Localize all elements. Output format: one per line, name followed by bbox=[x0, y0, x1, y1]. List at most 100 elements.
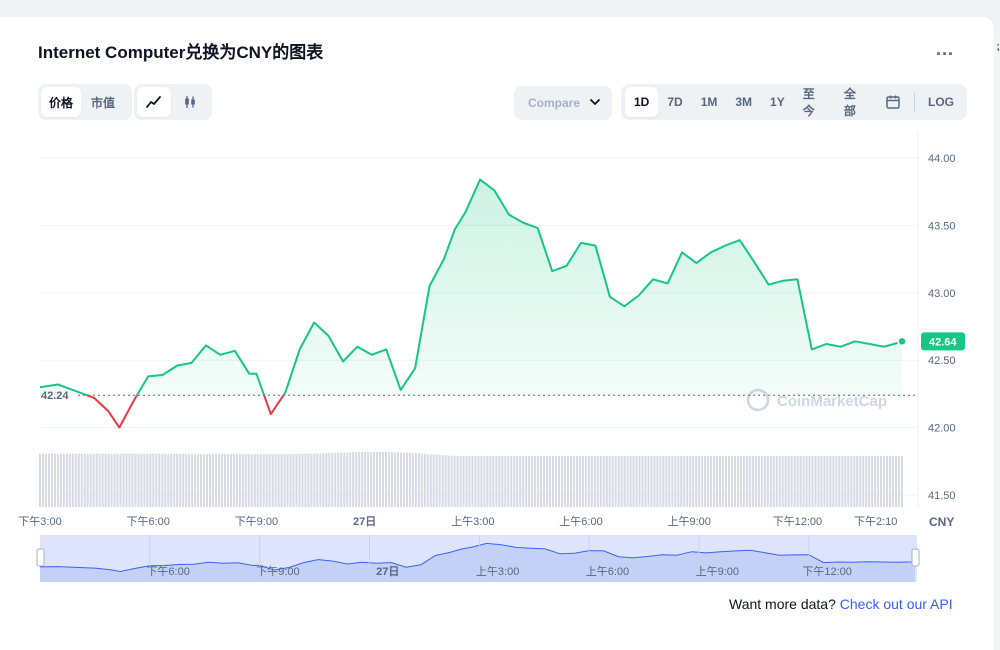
volume-bar bbox=[229, 454, 232, 507]
volume-bar bbox=[453, 455, 456, 507]
volume-bar bbox=[161, 453, 164, 507]
volume-bar bbox=[465, 455, 468, 507]
volume-bar bbox=[200, 454, 203, 507]
volume-bar bbox=[656, 455, 659, 507]
volume-bar bbox=[817, 455, 820, 507]
navigator-tick-label: 下午9:00 bbox=[256, 565, 299, 578]
navigator-handle-right[interactable] bbox=[911, 548, 920, 567]
navigator-handle-left[interactable] bbox=[36, 548, 45, 567]
volume-bar bbox=[39, 453, 41, 507]
volume-bar bbox=[277, 454, 280, 507]
volume-bar bbox=[447, 455, 450, 507]
volume-bar bbox=[387, 452, 390, 507]
volume-bar bbox=[701, 455, 704, 507]
volume-bar bbox=[850, 455, 853, 507]
volume-bar bbox=[593, 455, 596, 507]
volume-bar bbox=[886, 455, 889, 507]
volume-bar bbox=[769, 455, 772, 507]
volume-bar bbox=[441, 455, 444, 507]
volume-bar bbox=[829, 455, 832, 507]
volume-bar bbox=[104, 453, 107, 507]
volume-bar bbox=[728, 455, 731, 507]
volume-bar bbox=[495, 455, 498, 507]
volume-bar bbox=[274, 454, 277, 507]
volume-bar bbox=[122, 453, 125, 507]
volume-bar bbox=[182, 453, 185, 507]
volume-bar bbox=[546, 455, 549, 507]
page-edge-mark: ⁏ bbox=[996, 41, 1000, 53]
volume-bar bbox=[501, 455, 504, 507]
volume-bar bbox=[149, 453, 152, 507]
volume-bar bbox=[310, 453, 313, 507]
volume-bar bbox=[820, 455, 823, 507]
volume-bar bbox=[659, 455, 662, 507]
volume-bar bbox=[504, 455, 507, 507]
volume-bar bbox=[599, 455, 602, 507]
volume-bar bbox=[889, 455, 892, 507]
volume-bar bbox=[232, 454, 235, 507]
volume-bar bbox=[847, 455, 850, 507]
volume-bar bbox=[128, 453, 131, 507]
volume-bar bbox=[811, 455, 814, 507]
volume-bar bbox=[143, 453, 146, 507]
volume-bar bbox=[435, 454, 438, 507]
volume-bar bbox=[298, 453, 301, 507]
x-tick-label: 上午6:00 bbox=[559, 515, 602, 528]
volume-bar bbox=[540, 455, 543, 507]
volume-bar bbox=[704, 455, 707, 507]
navigator-tick-label: 上午6:00 bbox=[586, 565, 629, 578]
volume-bar bbox=[584, 455, 587, 507]
volume-bar bbox=[710, 455, 713, 507]
volume-bar bbox=[373, 452, 376, 507]
volume-bar bbox=[244, 454, 247, 507]
x-tick-label: 下午9:00 bbox=[235, 515, 278, 528]
volume-bar bbox=[456, 455, 459, 507]
price-chart[interactable]: CoinMarketCap 42.24 44.0043.5043.0042.50… bbox=[0, 0, 994, 600]
volume-bar bbox=[280, 454, 283, 507]
volume-bar bbox=[590, 455, 593, 507]
volume-bar bbox=[578, 455, 581, 507]
volume-bar bbox=[725, 455, 728, 507]
volume-bar bbox=[301, 453, 304, 507]
volume-bar bbox=[164, 453, 167, 507]
volume-bar bbox=[522, 455, 525, 507]
volume-bar bbox=[396, 452, 399, 507]
volume-bar bbox=[370, 452, 373, 507]
volume-bar bbox=[480, 455, 483, 507]
volume-bar bbox=[730, 455, 733, 507]
volume-bar bbox=[587, 455, 590, 507]
volume-bar bbox=[823, 455, 826, 507]
volume-bar bbox=[382, 452, 385, 507]
volume-bar bbox=[98, 453, 101, 507]
volume-bar bbox=[778, 455, 781, 507]
volume-bar bbox=[247, 454, 250, 507]
volume-bar bbox=[226, 454, 229, 507]
volume-bar bbox=[432, 454, 435, 507]
volume-bar bbox=[158, 453, 161, 507]
volume-bar bbox=[611, 455, 614, 507]
volume-bar bbox=[892, 455, 895, 507]
volume-bar bbox=[80, 453, 83, 507]
volume-bar bbox=[713, 455, 716, 507]
volume-bar bbox=[799, 455, 802, 507]
volume-bar bbox=[745, 455, 748, 507]
volume-bar bbox=[763, 455, 766, 507]
volume-bar bbox=[575, 455, 578, 507]
volume-bar bbox=[322, 453, 325, 507]
volume-bar bbox=[185, 453, 188, 507]
volume-bar bbox=[739, 455, 742, 507]
volume-bar bbox=[641, 455, 644, 507]
volume-bar bbox=[543, 455, 546, 507]
volume-bar bbox=[337, 452, 340, 507]
volume-bar bbox=[871, 455, 874, 507]
volume-bar bbox=[450, 455, 453, 507]
volume-bar bbox=[531, 455, 534, 507]
volume-bar bbox=[629, 455, 632, 507]
volume-bar bbox=[223, 454, 226, 507]
volume-bar bbox=[203, 454, 206, 507]
y-tick-label: 42.50 bbox=[928, 355, 956, 367]
range-navigator[interactable]: 下午6:00 下午9:00 27日 上午3:00 上午6:00 上午9:00 下午12:00 bbox=[36, 535, 920, 582]
volume-bar bbox=[173, 453, 176, 507]
volume-bar bbox=[217, 454, 220, 507]
volume-bar bbox=[423, 453, 426, 507]
